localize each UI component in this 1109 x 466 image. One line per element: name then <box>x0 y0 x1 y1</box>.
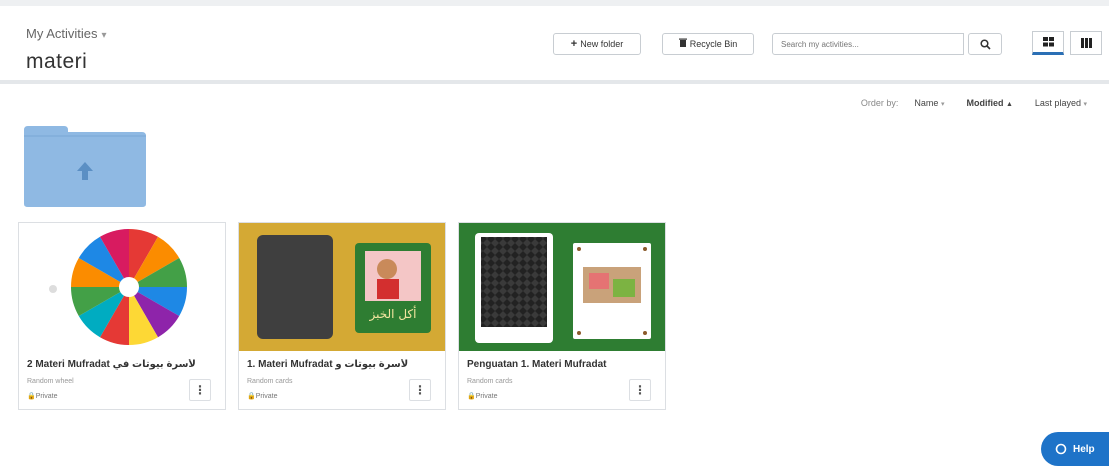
search-input[interactable] <box>772 33 964 55</box>
activity-title[interactable]: Penguatan 1. Materi Mufradat <box>467 359 659 370</box>
sort-arrow-icon: ▲ <box>1005 101 1013 108</box>
cards-thumbnail-image <box>475 233 651 343</box>
activity-menu-button[interactable]: ⋮ <box>189 379 211 401</box>
privacy-label: 🔒Private <box>467 393 498 400</box>
activity-menu-button[interactable]: ⋮ <box>409 379 431 401</box>
activity-type: Random cards <box>247 378 293 385</box>
breadcrumb-caret-icon[interactable]: ▾ <box>102 30 107 41</box>
activity-type: Random cards <box>467 378 513 385</box>
recycle-bin-button[interactable]: Recycle Bin <box>662 33 754 55</box>
new-folder-label: New folder <box>580 39 624 49</box>
order-by-name[interactable]: Name ▾ <box>914 98 944 108</box>
search-button[interactable] <box>968 33 1002 55</box>
order-label: Order by: <box>860 98 899 108</box>
cards-thumbnail-image <box>257 235 431 339</box>
order-bar: Order by: Name ▾ Modified ▲ Last played … <box>861 98 1087 108</box>
activity-title[interactable]: 2 Materi Mufradat ﻷﺳﺮﺓ ﺑﻴﻮﺗﺎﺕ ﻓﻲ <box>27 359 219 370</box>
page-header: My Activities ▾ materi + New folder Recyc… <box>0 0 1109 84</box>
card-caption: ﺃﻛﻞ ﺍﻟﺨﺒﺰ <box>369 307 417 321</box>
privacy-label: 🔒Private <box>27 393 58 400</box>
spinner-wheel-image <box>49 229 187 345</box>
activity-thumbnail[interactable] <box>459 223 665 351</box>
privacy-label: 🔒Private <box>247 393 278 400</box>
list-icon <box>1080 38 1092 48</box>
lock-icon: 🔒 <box>27 393 36 400</box>
activity-card[interactable]: 2 Materi Mufradat ﻷﺳﺮﺓ ﺑﻴﻮﺗﺎﺕ ﻓﻲ Random … <box>18 222 226 410</box>
trash-icon <box>678 38 687 50</box>
new-folder-button[interactable]: + New folder <box>553 33 641 55</box>
list-view-button[interactable] <box>1070 31 1102 55</box>
page-title: materi <box>26 50 88 73</box>
help-button[interactable]: Help <box>1041 432 1109 466</box>
activity-card[interactable]: Penguatan 1. Materi Mufradat Random card… <box>458 222 666 410</box>
search-icon <box>979 38 991 50</box>
lock-icon: 🔒 <box>247 393 256 400</box>
activity-thumbnail[interactable]: ﺃﻛﻞ ﺍﻟﺨﺒﺰ <box>239 223 445 351</box>
activity-type: Random wheel <box>27 378 74 385</box>
help-label: Help <box>1073 443 1095 455</box>
parent-folder[interactable] <box>22 124 148 208</box>
order-by-last-played[interactable]: Last played ▾ <box>1035 98 1087 108</box>
order-by-modified[interactable]: Modified ▲ <box>966 98 1012 108</box>
lock-icon: 🔒 <box>467 393 476 400</box>
plus-icon: + <box>570 38 578 50</box>
chevron-down-icon: ▾ <box>1083 101 1087 108</box>
breadcrumb[interactable]: My Activities ▾ <box>26 26 107 41</box>
recycle-bin-label: Recycle Bin <box>689 39 738 49</box>
grid-view-button[interactable] <box>1032 31 1064 55</box>
folder-up-icon <box>24 126 146 207</box>
activity-title[interactable]: 1. Materi Mufradat ﻷﺳﺮﺓ ﺑﻴﻮﺗﺎﺕ ﻭ <box>247 359 439 370</box>
grid-icon <box>1042 37 1054 47</box>
help-chat-icon <box>1055 443 1067 455</box>
activity-card[interactable]: ﺃﻛﻞ ﺍﻟﺨﺒﺰ 1. Materi Mufradat ﻷﺳﺮﺓ ﺑﻴﻮﺗﺎﺕ… <box>238 222 446 410</box>
activity-menu-button[interactable]: ⋮ <box>629 379 651 401</box>
activity-thumbnail[interactable] <box>19 223 225 351</box>
breadcrumb-link[interactable]: My Activities <box>26 26 98 41</box>
chevron-down-icon: ▾ <box>940 101 945 108</box>
